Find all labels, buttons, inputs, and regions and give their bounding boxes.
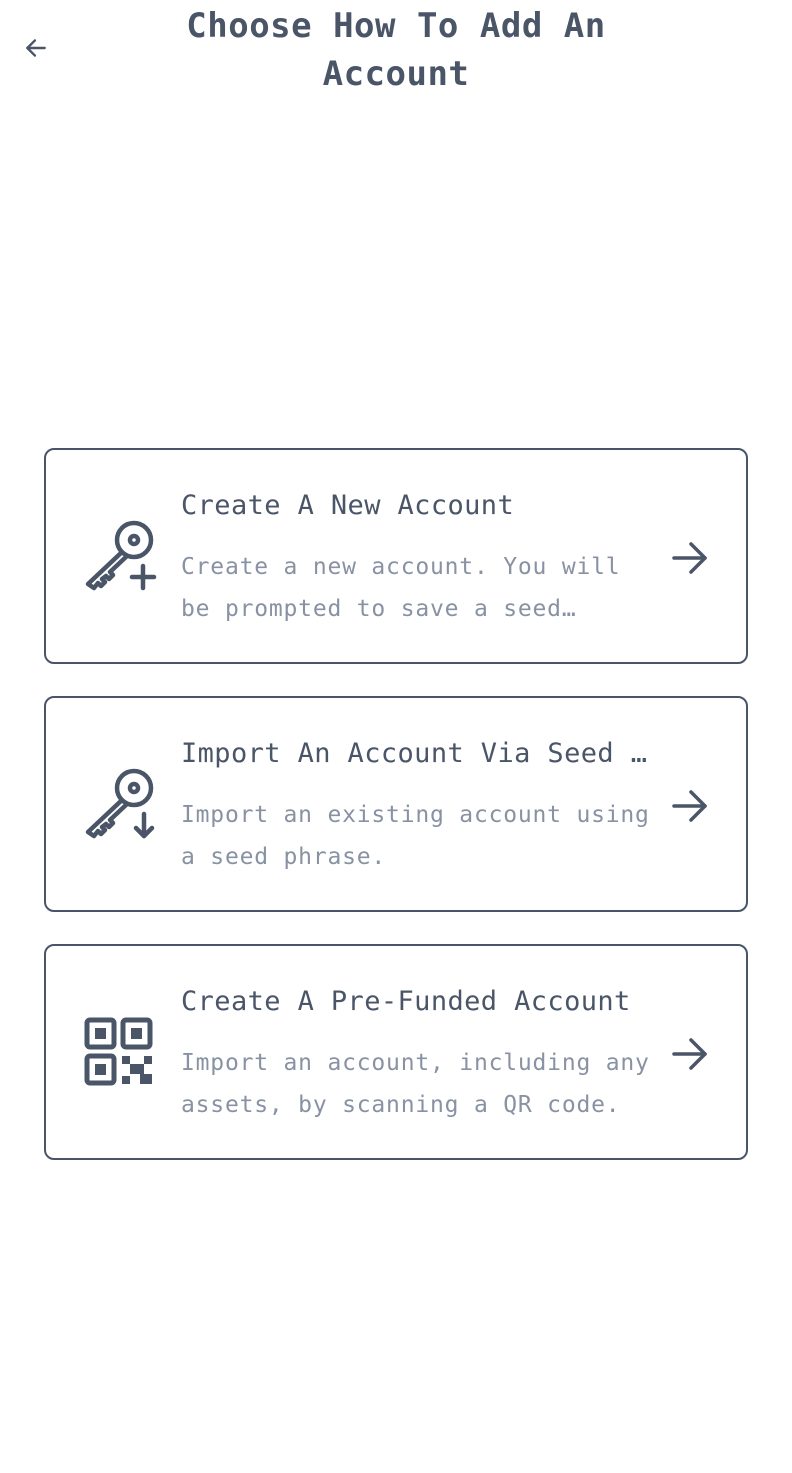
card-description: Import an existing account using a seed …: [181, 802, 650, 870]
card-title: Create A Pre-Funded Account: [181, 986, 631, 1017]
key-download-icon: [85, 768, 155, 839]
card-text: Import An Account Via Seed Phrase Import…: [181, 734, 651, 878]
import-seed-phrase-option[interactable]: Import An Account Via Seed Phrase Import…: [44, 696, 748, 912]
card-title: Create A New Account: [181, 490, 515, 521]
create-prefunded-account-option[interactable]: Create A Pre-Funded Account Import an ac…: [44, 944, 748, 1160]
create-new-account-option[interactable]: Create A New Account Create a new accoun…: [44, 448, 748, 664]
arrow-right-icon: [672, 1038, 707, 1070]
card-text: Create A New Account Create a new accoun…: [181, 486, 651, 630]
header: Choose How To Add An Account: [0, 0, 792, 100]
card-description: Import an account, including any assets,…: [181, 1050, 650, 1118]
page-title: Choose How To Add An Account: [186, 6, 606, 94]
qr-code-icon: [84, 1017, 153, 1086]
back-arrow-icon: [26, 39, 46, 57]
arrow-right-icon: [672, 542, 707, 574]
card-title: Import An Account Via Seed Phrase: [181, 738, 651, 769]
arrow-right-icon: [672, 790, 707, 822]
options-list: Create A New Account Create a new accoun…: [44, 448, 748, 1192]
key-plus-icon: [85, 520, 157, 591]
card-description: Create a new account. You will be prompt…: [181, 554, 621, 622]
card-text: Create A Pre-Funded Account Import an ac…: [181, 982, 651, 1126]
back-button[interactable]: [18, 30, 54, 66]
